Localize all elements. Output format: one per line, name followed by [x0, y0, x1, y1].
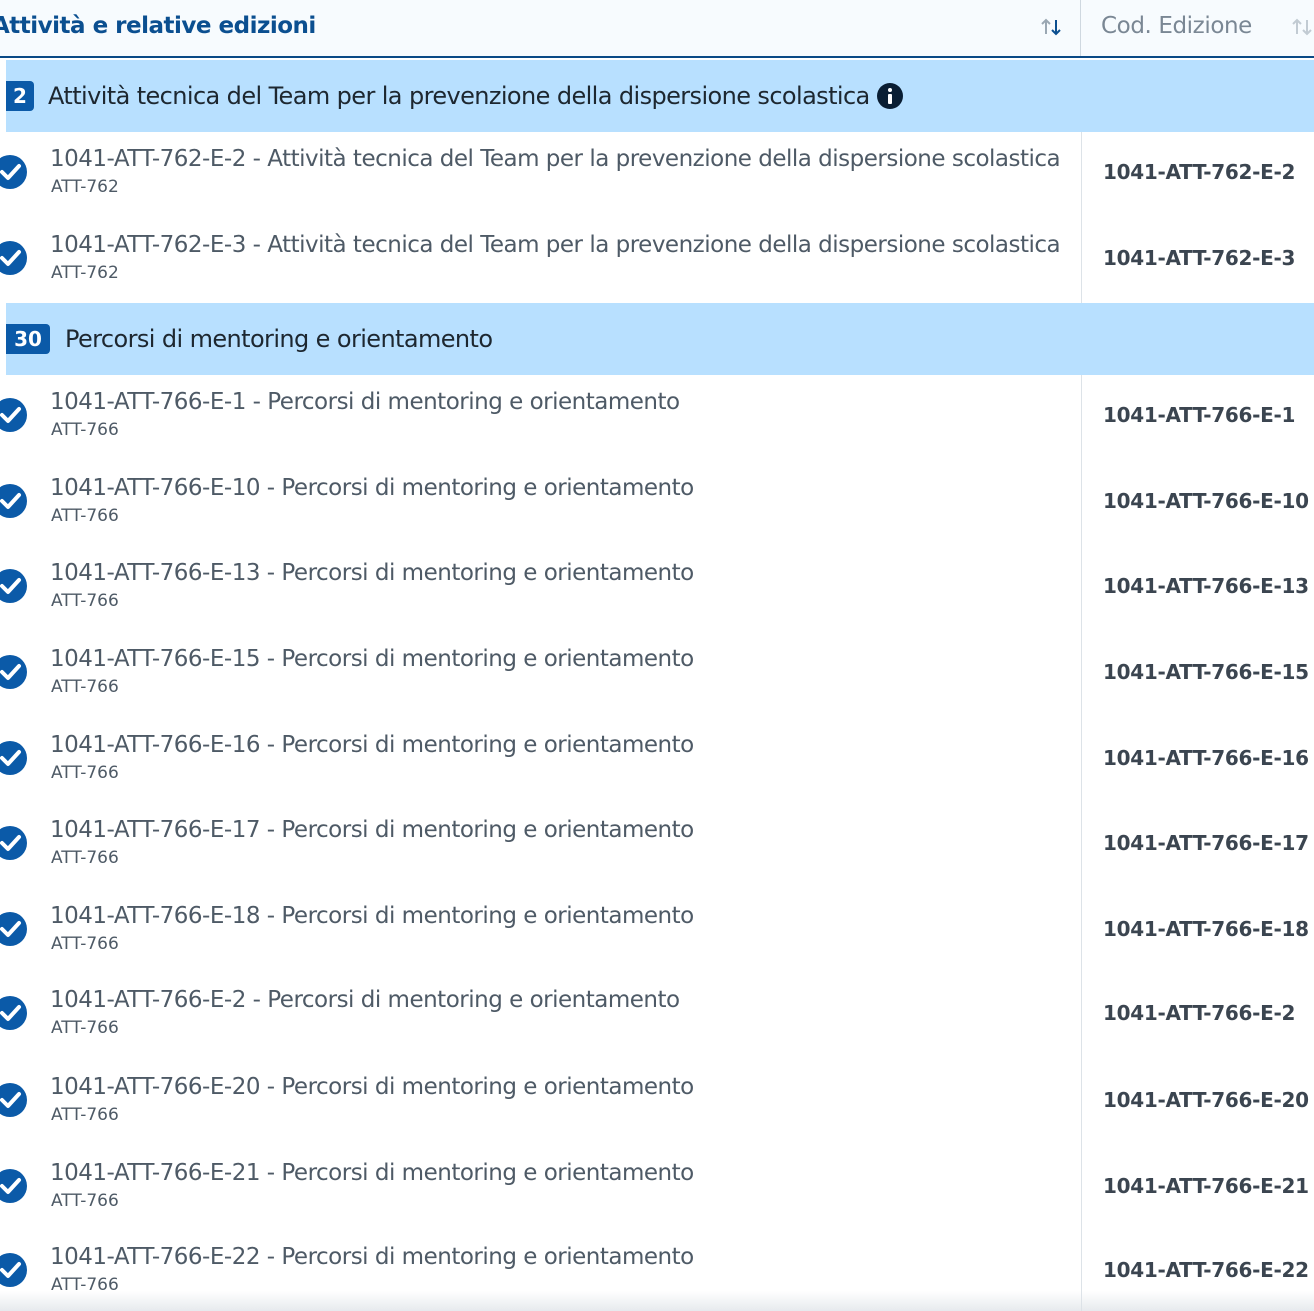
scroll-shadow	[0, 1291, 1314, 1311]
edition-title: 1041-ATT-766-E-16 - Percorsi di mentorin…	[50, 732, 694, 758]
edition-code: 1041-ATT-766-E-17	[1103, 831, 1309, 855]
sort-arrows-icon[interactable]	[1287, 12, 1314, 42]
column-title-activities: Attività e relative edizioni	[0, 13, 316, 39]
check-circle-icon[interactable]	[0, 1082, 28, 1118]
edition-row[interactable]: 1041-ATT-762-E-2 - Attività tecnica del …	[0, 132, 1314, 218]
column-title-code: Cod. Edizione	[1101, 13, 1252, 39]
edition-row[interactable]: 1041-ATT-766-E-10 - Percorsi di mentorin…	[0, 461, 1314, 547]
edition-title: 1041-ATT-766-E-21 - Percorsi di mentorin…	[50, 1160, 694, 1186]
edition-code: 1041-ATT-766-E-22	[1103, 1258, 1309, 1282]
edition-code: 1041-ATT-766-E-2	[1103, 1001, 1296, 1025]
edition-title: 1041-ATT-766-E-2 - Percorsi di mentoring…	[50, 987, 680, 1013]
edition-title: 1041-ATT-766-E-13 - Percorsi di mentorin…	[50, 560, 694, 586]
edition-code: 1041-ATT-762-E-2	[1103, 160, 1296, 184]
edition-code: 1041-ATT-766-E-20	[1103, 1088, 1309, 1112]
edition-row[interactable]: 1041-ATT-766-E-2 - Percorsi di mentoring…	[0, 973, 1314, 1059]
check-circle-icon[interactable]	[0, 154, 28, 190]
activity-code: ATT-766	[51, 763, 119, 783]
group-title-text: Attività tecnica del Team per la prevenz…	[48, 82, 870, 110]
edition-row[interactable]: 1041-ATT-766-E-18 - Percorsi di mentorin…	[0, 889, 1314, 975]
edition-title: 1041-ATT-766-E-10 - Percorsi di mentorin…	[50, 475, 694, 501]
edition-title: 1041-ATT-766-E-15 - Percorsi di mentorin…	[50, 646, 694, 672]
check-circle-icon[interactable]	[0, 911, 28, 947]
check-circle-icon[interactable]	[0, 740, 28, 776]
group-badge-wrapper: 30	[6, 303, 50, 375]
edition-row[interactable]: 1041-ATT-766-E-15 - Percorsi di mentorin…	[0, 632, 1314, 718]
edition-row[interactable]: 1041-ATT-766-E-16 - Percorsi di mentorin…	[0, 718, 1314, 804]
edition-code: 1041-ATT-766-E-1	[1103, 403, 1296, 427]
check-circle-icon[interactable]	[0, 397, 28, 433]
edition-row[interactable]: 1041-ATT-766-E-13 - Percorsi di mentorin…	[0, 546, 1314, 632]
group-row-mentoring[interactable]: 30 Percorsi di mentoring e orientamento	[6, 303, 1314, 375]
edition-title: 1041-ATT-766-E-1 - Percorsi di mentoring…	[50, 389, 680, 415]
edition-code: 1041-ATT-766-E-15	[1103, 660, 1309, 684]
edition-code: 1041-ATT-766-E-18	[1103, 917, 1309, 941]
activity-code: ATT-766	[51, 506, 119, 526]
activities-table: Attività e relative edizioni Cod. Edizio…	[0, 0, 1314, 1311]
activity-code: ATT-766	[51, 1105, 119, 1125]
edition-code: 1041-ATT-762-E-3	[1103, 246, 1296, 270]
group-title-text: Percorsi di mentoring e orientamento	[65, 325, 493, 353]
check-circle-icon[interactable]	[0, 1252, 28, 1288]
group-title: Percorsi di mentoring e orientamento	[65, 303, 493, 375]
group-badge-wrapper: 2	[6, 60, 34, 132]
info-icon[interactable]	[876, 82, 904, 110]
edition-title: 1041-ATT-766-E-22 - Percorsi di mentorin…	[50, 1244, 694, 1270]
edition-title: 1041-ATT-762-E-2 - Attività tecnica del …	[50, 146, 1061, 172]
edition-title: 1041-ATT-766-E-18 - Percorsi di mentorin…	[50, 903, 694, 929]
activity-code: ATT-766	[51, 591, 119, 611]
activity-code: ATT-762	[51, 263, 119, 283]
check-circle-icon[interactable]	[0, 995, 28, 1031]
edition-code: 1041-ATT-766-E-13	[1103, 574, 1309, 598]
check-circle-icon[interactable]	[0, 825, 28, 861]
column-header-activities[interactable]: Attività e relative edizioni	[0, 0, 1080, 56]
activity-code: ATT-766	[51, 677, 119, 697]
activity-code: ATT-762	[51, 177, 119, 197]
activity-code: ATT-766	[51, 934, 119, 954]
edition-code: 1041-ATT-766-E-10	[1103, 489, 1309, 513]
check-circle-icon[interactable]	[0, 483, 28, 519]
activity-code: ATT-766	[51, 848, 119, 868]
edition-title: 1041-ATT-762-E-3 - Attività tecnica del …	[50, 232, 1061, 258]
check-circle-icon[interactable]	[0, 654, 28, 690]
group-count-badge: 30	[6, 324, 50, 354]
edition-code: 1041-ATT-766-E-16	[1103, 746, 1309, 770]
group-row-team-dispersione[interactable]: 2 Attività tecnica del Team per la preve…	[6, 60, 1314, 132]
activity-code: ATT-766	[51, 1191, 119, 1211]
edition-row[interactable]: 1041-ATT-766-E-21 - Percorsi di mentorin…	[0, 1146, 1314, 1232]
check-circle-icon[interactable]	[0, 1168, 28, 1204]
check-circle-icon[interactable]	[0, 240, 28, 276]
edition-row[interactable]: 1041-ATT-766-E-20 - Percorsi di mentorin…	[0, 1060, 1314, 1146]
edition-row[interactable]: 1041-ATT-762-E-3 - Attività tecnica del …	[0, 218, 1314, 304]
table-header: Attività e relative edizioni Cod. Edizio…	[0, 0, 1314, 58]
activity-code: ATT-766	[51, 1018, 119, 1038]
edition-title: 1041-ATT-766-E-17 - Percorsi di mentorin…	[50, 817, 694, 843]
group-count-badge: 2	[6, 81, 34, 111]
edition-title: 1041-ATT-766-E-20 - Percorsi di mentorin…	[50, 1074, 694, 1100]
sort-arrows-icon[interactable]	[1036, 12, 1066, 42]
edition-code: 1041-ATT-766-E-21	[1103, 1174, 1309, 1198]
edition-row[interactable]: 1041-ATT-766-E-17 - Percorsi di mentorin…	[0, 803, 1314, 889]
edition-row[interactable]: 1041-ATT-766-E-1 - Percorsi di mentoring…	[0, 375, 1314, 461]
activity-code: ATT-766	[51, 420, 119, 440]
column-header-code[interactable]: Cod. Edizione	[1080, 0, 1314, 56]
check-circle-icon[interactable]	[0, 568, 28, 604]
group-title: Attività tecnica del Team per la prevenz…	[48, 60, 904, 132]
